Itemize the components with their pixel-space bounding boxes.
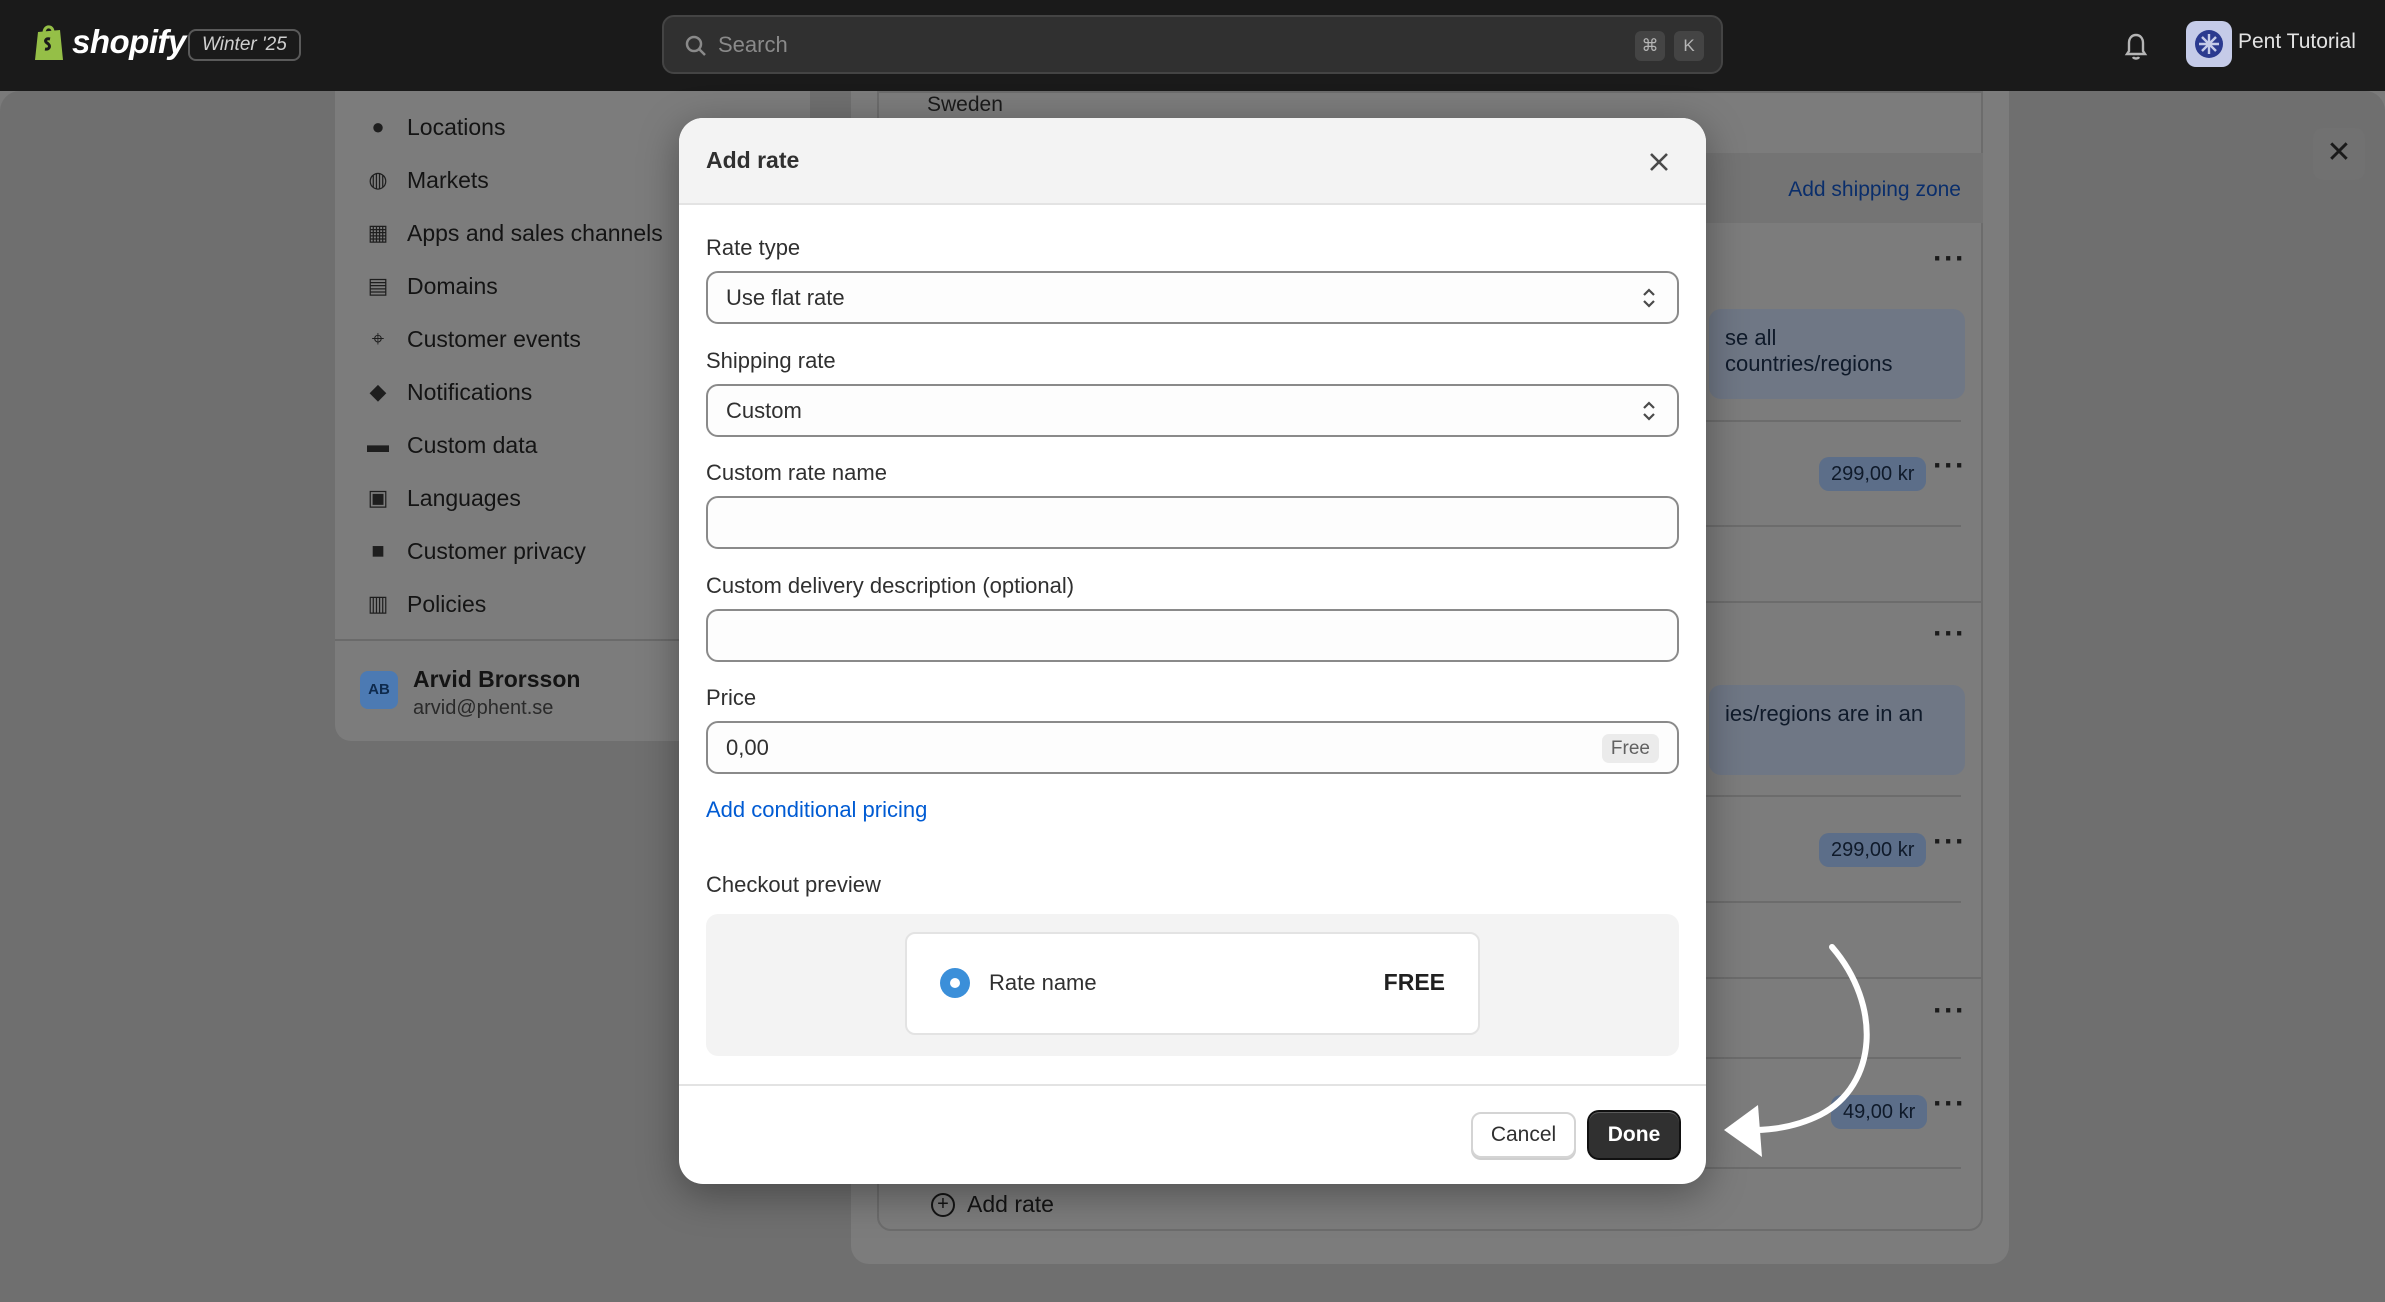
- user-email: arvid@phent.se: [413, 697, 554, 719]
- search-placeholder: Search: [718, 32, 788, 57]
- select-chevron-icon: [1643, 288, 1655, 308]
- add-conditional-pricing-link[interactable]: Add conditional pricing: [706, 797, 927, 823]
- rate-price-badge: 299,00 kr: [1819, 457, 1927, 491]
- search-icon: [685, 35, 706, 56]
- sidebar-item-policies[interactable]: ▥ Policies: [365, 584, 487, 624]
- shipping-rate-label: Shipping rate: [706, 348, 836, 373]
- zone-info-banner: se all countries/regions: [1709, 309, 1965, 399]
- add-rate-modal: Add rate Rate type Use flat rate Shippin…: [679, 118, 1706, 1184]
- globe-icon: ◍: [368, 167, 388, 192]
- sidebar-item-label: Policies: [407, 590, 487, 617]
- notifications-bell-icon[interactable]: [2121, 29, 2151, 61]
- checkout-preview-card: Rate name FREE: [905, 932, 1480, 1035]
- shopify-bag-icon: [35, 25, 63, 60]
- rate-menu-icon[interactable]: ···: [1933, 449, 1966, 483]
- rate-price-badge: 299,00 kr: [1819, 833, 1927, 867]
- location-pin-icon: ●: [371, 114, 385, 139]
- plus-circle-icon: +: [931, 1192, 955, 1217]
- rate-menu-icon[interactable]: ···: [1933, 825, 1966, 859]
- preview-rate-price: FREE: [1383, 969, 1445, 995]
- domain-icon: ▤: [367, 273, 389, 298]
- shipping-rate-select[interactable]: Custom: [706, 384, 1679, 437]
- user-name: Arvid Brorsson: [413, 666, 581, 692]
- zone-country: Sweden: [927, 93, 1003, 116]
- sidebar-item-markets[interactable]: ◍ Markets: [365, 160, 489, 200]
- checkout-preview-label: Checkout preview: [706, 872, 881, 897]
- search-bar[interactable]: Search ⌘ K: [662, 15, 1723, 74]
- add-rate-button[interactable]: + Add rate: [931, 1191, 1054, 1218]
- brand-name: shopify: [72, 23, 186, 60]
- store-logo-icon: [2195, 30, 2223, 58]
- custom-rate-name-label: Custom rate name: [706, 460, 887, 485]
- language-icon: ▣: [367, 485, 389, 510]
- zone-menu-icon[interactable]: ···: [1933, 242, 1966, 276]
- custom-rate-name-input[interactable]: [706, 496, 1679, 549]
- k-key: K: [1674, 31, 1704, 61]
- sidebar-item-label: Custom data: [407, 431, 538, 458]
- sidebar-item-languages[interactable]: ▣ Languages: [365, 478, 521, 518]
- select-chevron-icon: [1643, 401, 1655, 421]
- preview-rate-name: Rate name: [989, 970, 1097, 995]
- apps-icon: ▦: [367, 220, 389, 245]
- done-button[interactable]: Done: [1589, 1112, 1679, 1158]
- cursor-click-icon: ⌖: [371, 326, 385, 351]
- modal-footer-divider: [679, 1084, 1706, 1086]
- add-shipping-zone-link[interactable]: Add shipping zone: [1788, 178, 1961, 202]
- command-key: ⌘: [1635, 31, 1665, 61]
- zone-info-banner: ies/regions are in an: [1709, 685, 1965, 775]
- shopify-logo[interactable]: shopify: [32, 22, 186, 62]
- modal-close-button[interactable]: [1641, 144, 1677, 180]
- sidebar-item-apps[interactable]: ▦ Apps and sales channels: [365, 213, 663, 253]
- sidebar-item-label: Domains: [407, 272, 498, 299]
- lock-icon: ■: [371, 538, 385, 563]
- delivery-description-input[interactable]: [706, 609, 1679, 662]
- user-avatar[interactable]: AB: [360, 671, 398, 709]
- sidebar-item-customer-events[interactable]: ⌖ Customer events: [365, 319, 581, 359]
- close-icon: [1650, 153, 1668, 171]
- release-badge[interactable]: Winter '25: [188, 29, 301, 61]
- sidebar-item-label: Markets: [407, 166, 489, 193]
- checkout-preview-box: Rate name FREE: [706, 914, 1679, 1056]
- sidebar-item-label: Apps and sales channels: [407, 219, 663, 246]
- cancel-button[interactable]: Cancel: [1471, 1112, 1576, 1158]
- rate-type-value: Use flat rate: [726, 285, 845, 310]
- top-bar: shopify Winter '25 Search ⌘ K Pent Tutor…: [0, 0, 2385, 91]
- annotation-arrow-icon: [1724, 944, 1870, 1157]
- sidebar-item-label: Locations: [407, 113, 506, 140]
- delivery-description-label: Custom delivery description (optional): [706, 573, 1075, 598]
- zone-info-text: ies/regions are in an: [1725, 701, 1924, 726]
- zone-menu-icon[interactable]: ···: [1933, 617, 1966, 651]
- store-name[interactable]: Pent Tutorial: [2238, 30, 2356, 54]
- sidebar-item-label: Customer events: [407, 325, 581, 352]
- store-avatar[interactable]: [2186, 21, 2232, 67]
- sidebar-item-label: Notifications: [407, 378, 533, 405]
- close-settings-button[interactable]: ✕: [2313, 128, 2365, 180]
- sidebar-item-label: Languages: [407, 484, 521, 511]
- modal-title: Add rate: [706, 147, 800, 173]
- policy-icon: ▥: [367, 591, 389, 616]
- bell-icon: ◆: [369, 379, 387, 404]
- price-input[interactable]: 0,00 Free: [706, 721, 1679, 774]
- price-value: 0,00: [726, 735, 769, 760]
- zone-menu-icon[interactable]: ···: [1933, 994, 1966, 1028]
- shipping-rate-value: Custom: [726, 398, 802, 423]
- sidebar-item-label: Customer privacy: [407, 537, 586, 564]
- rate-type-select[interactable]: Use flat rate: [706, 271, 1679, 324]
- add-rate-label: Add rate: [967, 1191, 1054, 1217]
- zone-info-text: se all countries/regions: [1725, 325, 1893, 376]
- modal-header: Add rate: [679, 118, 1706, 205]
- sidebar-item-notifications[interactable]: ◆ Notifications: [365, 372, 533, 412]
- free-tag: Free: [1601, 734, 1659, 763]
- sidebar-item-domains[interactable]: ▤ Domains: [365, 266, 498, 306]
- sidebar-item-custom-data[interactable]: ▬ Custom data: [365, 425, 537, 465]
- price-label: Price: [706, 685, 757, 710]
- close-icon: ✕: [2326, 136, 2352, 169]
- rate-type-label: Rate type: [706, 235, 801, 260]
- rate-menu-icon[interactable]: ···: [1933, 1087, 1966, 1121]
- sidebar-item-locations[interactable]: ● Locations: [365, 107, 505, 147]
- sidebar-item-customer-privacy[interactable]: ■ Customer privacy: [365, 531, 586, 571]
- radio-selected-icon: [940, 968, 970, 998]
- database-icon: ▬: [367, 432, 389, 457]
